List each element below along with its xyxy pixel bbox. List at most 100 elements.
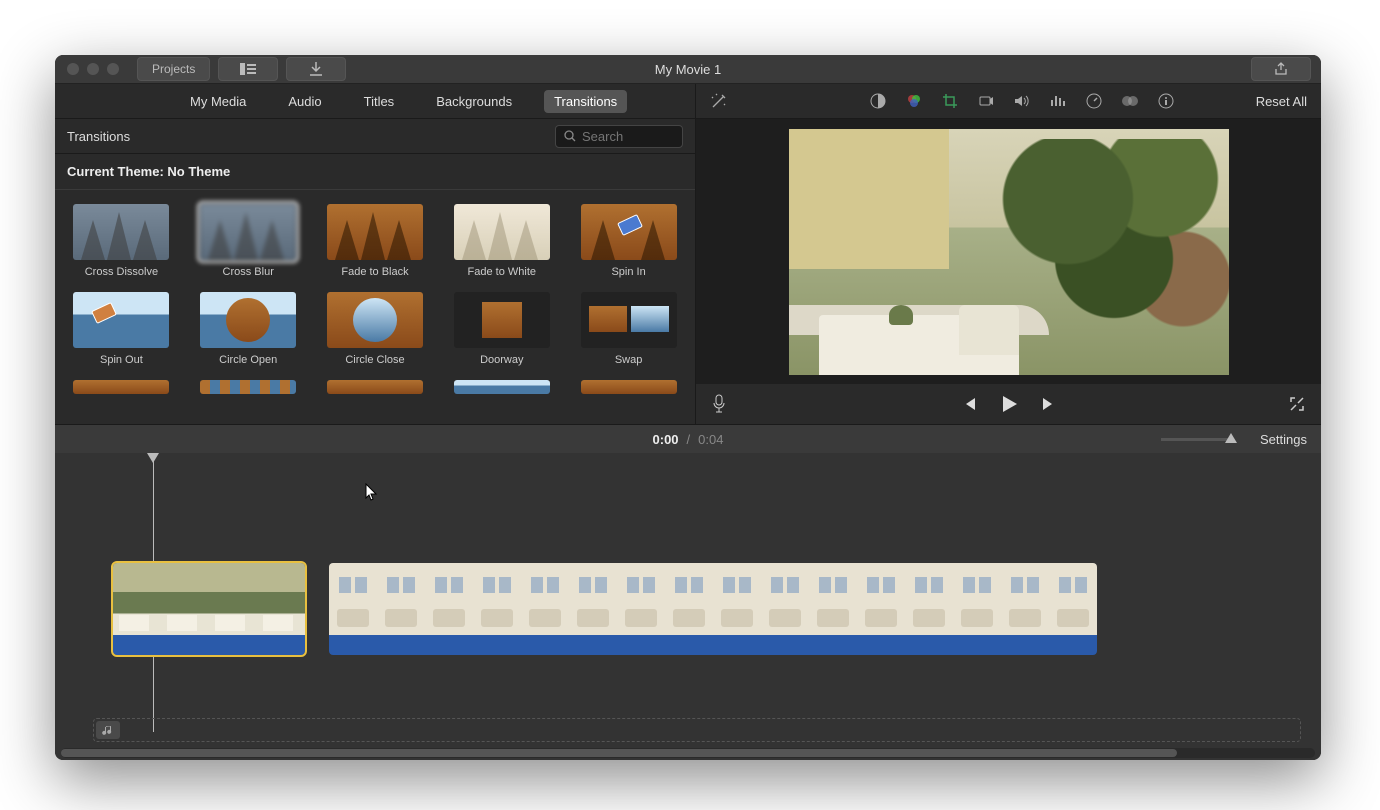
eq-icon[interactable] (1049, 92, 1067, 110)
clip-frame (905, 563, 953, 635)
app-window: Projects My Movie 1 My Media Audio Title… (55, 55, 1321, 760)
timeline-clip[interactable] (113, 563, 305, 655)
transition-swap[interactable]: Swap (574, 292, 683, 366)
clip-frame (761, 563, 809, 635)
window-controls[interactable] (67, 63, 119, 75)
transition-circle-open[interactable]: Circle Open (194, 292, 303, 366)
zoom-thumb[interactable] (1225, 433, 1237, 443)
titlebar: Projects My Movie 1 (55, 55, 1321, 84)
timeline-scrollbar[interactable] (61, 748, 1315, 758)
timeline[interactable] (55, 453, 1321, 760)
clip-frame (713, 563, 761, 635)
tab-backgrounds[interactable]: Backgrounds (426, 90, 522, 113)
browser-panel: My Media Audio Titles Backgrounds Transi… (55, 84, 696, 424)
import-button[interactable] (286, 57, 346, 81)
clip-frame (161, 563, 209, 635)
contrast-icon[interactable] (869, 92, 887, 110)
clip-frame (521, 563, 569, 635)
transition-spin-in[interactable]: Spin In (574, 204, 683, 278)
filter-icon[interactable] (1121, 92, 1139, 110)
clip-frame (857, 563, 905, 635)
tab-my-media[interactable]: My Media (180, 90, 256, 113)
library-list-button[interactable] (218, 57, 278, 81)
voiceover-button[interactable] (712, 394, 726, 414)
adjust-bar: Reset All (696, 84, 1321, 119)
theme-label: Current Theme: No Theme (55, 154, 695, 190)
prev-button[interactable] (961, 396, 977, 412)
browser-tabs: My Media Audio Titles Backgrounds Transi… (55, 84, 695, 119)
mouse-cursor (365, 483, 379, 501)
tab-transitions[interactable]: Transitions (544, 90, 627, 113)
zoom-icon[interactable] (107, 63, 119, 75)
search-field[interactable] (555, 125, 683, 148)
next-button[interactable] (1041, 396, 1057, 412)
clip-frame (209, 563, 257, 635)
time-separator: / (687, 432, 691, 447)
transition-item[interactable] (574, 380, 683, 394)
preview-frame (789, 129, 1229, 375)
projects-button[interactable]: Projects (137, 57, 210, 81)
clip-frame (329, 563, 377, 635)
search-icon (564, 130, 576, 142)
timeline-settings-button[interactable]: Settings (1260, 432, 1307, 447)
clip-frame (617, 563, 665, 635)
clip-frame (377, 563, 425, 635)
viewer-panel: Reset All (696, 84, 1321, 424)
clip-frame (257, 563, 305, 635)
volume-icon[interactable] (1013, 92, 1031, 110)
transition-label: Circle Open (219, 354, 277, 366)
scrollbar-thumb[interactable] (61, 749, 1177, 757)
time-current: 0:00 (653, 432, 679, 447)
transition-spin-out[interactable]: Spin Out (67, 292, 176, 366)
clip-frame (665, 563, 713, 635)
play-button[interactable] (999, 394, 1019, 414)
transition-item[interactable] (67, 380, 176, 394)
timeline-header: 0:00 / 0:04 Settings (55, 425, 1321, 453)
wand-icon[interactable] (710, 92, 728, 110)
clip-frame (953, 563, 1001, 635)
info-icon[interactable] (1157, 92, 1175, 110)
tab-titles[interactable]: Titles (354, 90, 405, 113)
search-input[interactable] (580, 128, 664, 145)
speed-icon[interactable] (1085, 92, 1103, 110)
clip-audio[interactable] (113, 635, 305, 655)
preview-viewer[interactable] (696, 119, 1321, 384)
clip-frame (1001, 563, 1049, 635)
close-icon[interactable] (67, 63, 79, 75)
transition-label: Spin In (611, 266, 645, 278)
color-icon[interactable] (905, 92, 923, 110)
browser-title: Transitions (67, 129, 130, 144)
transition-fade-to-black[interactable]: Fade to Black (321, 204, 430, 278)
transition-fade-to-white[interactable]: Fade to White (447, 204, 556, 278)
transition-label: Circle Close (345, 354, 404, 366)
transition-doorway[interactable]: Doorway (447, 292, 556, 366)
transition-label: Cross Dissolve (85, 266, 158, 278)
clip-frame (473, 563, 521, 635)
timeline-clip[interactable] (329, 563, 1097, 655)
transition-label: Swap (615, 354, 643, 366)
zoom-slider[interactable] (1161, 438, 1231, 441)
clip-frame (809, 563, 857, 635)
transition-cross-dissolve[interactable]: Cross Dissolve (67, 204, 176, 278)
clip-frame (569, 563, 617, 635)
tab-audio[interactable]: Audio (278, 90, 331, 113)
crop-icon[interactable] (941, 92, 959, 110)
reset-all-button[interactable]: Reset All (1256, 94, 1307, 109)
fullscreen-button[interactable] (1289, 396, 1305, 412)
transition-item[interactable] (447, 380, 556, 394)
clip-audio[interactable] (329, 635, 1097, 655)
clip-frame (1049, 563, 1097, 635)
music-track[interactable] (93, 718, 1301, 742)
share-button[interactable] (1251, 57, 1311, 81)
transition-label: Spin Out (100, 354, 143, 366)
transition-item[interactable] (321, 380, 430, 394)
clip-frame (425, 563, 473, 635)
transition-label: Fade to White (468, 266, 536, 278)
transition-label: Fade to Black (341, 266, 408, 278)
transition-circle-close[interactable]: Circle Close (321, 292, 430, 366)
transition-item[interactable] (194, 380, 303, 394)
stabilize-icon[interactable] (977, 92, 995, 110)
transition-cross-blur[interactable]: Cross Blur (194, 204, 303, 278)
playback-bar (696, 384, 1321, 424)
minimize-icon[interactable] (87, 63, 99, 75)
